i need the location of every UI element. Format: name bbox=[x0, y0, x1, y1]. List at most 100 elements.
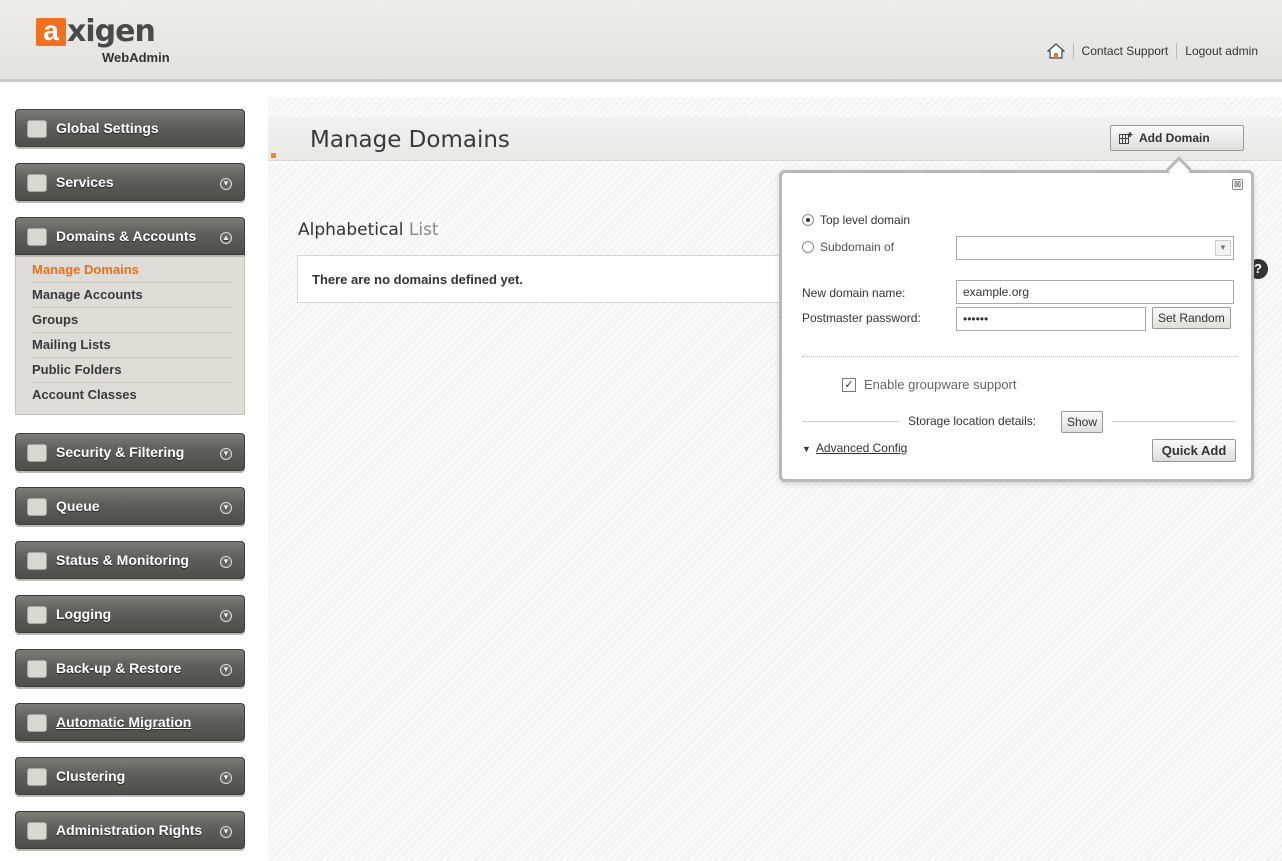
chevron-down-icon[interactable]: ▼ bbox=[220, 502, 232, 514]
nav-label: Logging bbox=[56, 606, 112, 622]
postmaster-password-value: •••••• bbox=[963, 312, 989, 326]
nav-label: Security & Filtering bbox=[56, 444, 185, 460]
section-title-light: List bbox=[408, 220, 439, 240]
divider bbox=[1072, 43, 1074, 59]
postmaster-password-input[interactable]: •••••• bbox=[956, 307, 1146, 331]
top-links: Contact Support Logout admin bbox=[1046, 43, 1258, 59]
chevron-down-icon[interactable]: ▼ bbox=[220, 610, 232, 622]
advanced-config-label: Advanced Config bbox=[815, 441, 908, 455]
groupware-label: Enable groupware support bbox=[864, 377, 1017, 392]
admin-rights-icon bbox=[27, 822, 47, 840]
nav-clustering[interactable]: Clustering ▼ bbox=[15, 757, 245, 795]
nav-label: Global Settings bbox=[56, 120, 159, 136]
chevron-down-icon[interactable]: ▼ bbox=[220, 664, 232, 676]
nav-security-filtering[interactable]: Security & Filtering ▼ bbox=[15, 433, 245, 471]
show-storage-button[interactable]: Show bbox=[1061, 411, 1104, 433]
subdomain-select[interactable]: ▼ bbox=[956, 236, 1234, 260]
nav-label: Queue bbox=[56, 498, 100, 514]
divider bbox=[802, 421, 900, 422]
storage-location-row: Storage location details: Show bbox=[802, 411, 1236, 433]
new-domain-label: New domain name: bbox=[802, 286, 906, 300]
submenu-account-classes[interactable]: Account Classes bbox=[32, 383, 232, 408]
domains-empty-message: There are no domains defined yet. bbox=[297, 255, 797, 303]
add-domain-label: Add Domain bbox=[1139, 131, 1210, 145]
advanced-config-link[interactable]: ▼ Advanced Config bbox=[802, 441, 907, 455]
logging-icon bbox=[27, 606, 47, 624]
nav-services[interactable]: Services ▼ bbox=[15, 163, 245, 201]
queue-icon bbox=[27, 498, 47, 516]
top-level-radio[interactable] bbox=[802, 214, 814, 226]
add-domain-icon bbox=[1119, 132, 1133, 144]
services-icon bbox=[27, 174, 47, 192]
subdomain-option[interactable]: Subdomain of bbox=[802, 240, 894, 254]
chevron-up-icon[interactable]: ▲ bbox=[220, 232, 232, 244]
home-icon[interactable] bbox=[1046, 43, 1065, 59]
nav-administration-rights[interactable]: Administration Rights ▼ bbox=[15, 811, 245, 849]
nav-label: Status & Monitoring bbox=[56, 552, 189, 568]
clustering-icon bbox=[27, 768, 47, 786]
set-random-button[interactable]: Set Random bbox=[1152, 307, 1231, 329]
section-title: Alphabetical List bbox=[298, 220, 439, 240]
submenu-mailing-lists[interactable]: Mailing Lists bbox=[32, 333, 232, 358]
nav-label: Automatic Migration bbox=[56, 714, 192, 730]
domains-icon bbox=[27, 228, 47, 246]
submenu-manage-domains[interactable]: Manage Domains bbox=[32, 258, 232, 283]
chevron-down-icon[interactable]: ▼ bbox=[220, 826, 232, 838]
logout-link[interactable]: Logout admin bbox=[1185, 44, 1258, 58]
chevron-down-icon[interactable]: ▼ bbox=[220, 448, 232, 460]
divider bbox=[1112, 421, 1236, 422]
domains-submenu: Manage Domains Manage Accounts Groups Ma… bbox=[15, 255, 245, 415]
nav-global-settings[interactable]: Global Settings bbox=[15, 109, 245, 147]
nav-label: Services bbox=[56, 174, 114, 190]
new-domain-value: example.org bbox=[963, 285, 1030, 299]
add-domain-popup: ⊠ Top level domain Subdomain of ▼ New do… bbox=[779, 170, 1254, 482]
security-icon bbox=[27, 444, 47, 462]
new-domain-input[interactable]: example.org bbox=[956, 280, 1234, 304]
groupware-option[interactable]: ✓ Enable groupware support bbox=[842, 377, 1017, 392]
sidebar: Global Settings Services ▼ Domains & Acc… bbox=[15, 109, 245, 861]
chevron-down-icon[interactable]: ▼ bbox=[220, 772, 232, 784]
nav-automatic-migration[interactable]: Automatic Migration bbox=[15, 703, 245, 741]
title-marker bbox=[271, 153, 276, 158]
nav-domains-accounts[interactable]: Domains & Accounts ▲ bbox=[15, 217, 245, 255]
close-icon[interactable]: ⊠ bbox=[1232, 179, 1243, 190]
nav-queue[interactable]: Queue ▼ bbox=[15, 487, 245, 525]
monitoring-icon bbox=[27, 552, 47, 570]
nav-label: Back-up & Restore bbox=[56, 660, 182, 676]
add-domain-button[interactable]: Add Domain bbox=[1110, 125, 1244, 151]
nav-label: Administration Rights bbox=[56, 822, 203, 838]
top-level-domain-option[interactable]: Top level domain bbox=[802, 213, 910, 227]
chevron-down-icon[interactable]: ▼ bbox=[220, 178, 232, 190]
nav-backup-restore[interactable]: Back-up & Restore ▼ bbox=[15, 649, 245, 687]
submenu-groups[interactable]: Groups bbox=[32, 308, 232, 333]
divider bbox=[802, 356, 1236, 357]
logo-mark: a bbox=[36, 17, 66, 46]
section-title-bold: Alphabetical bbox=[298, 220, 404, 240]
page-title: Manage Domains bbox=[310, 127, 510, 153]
chevron-down-icon[interactable]: ▼ bbox=[1215, 240, 1231, 256]
logo-text: xigen bbox=[67, 14, 156, 49]
postmaster-password-label: Postmaster password: bbox=[802, 311, 921, 325]
axigen-logo[interactable]: a xigen WebAdmin bbox=[36, 14, 170, 65]
title-bar: Manage Domains Add Domain bbox=[268, 117, 1282, 161]
groupware-checkbox[interactable]: ✓ bbox=[842, 377, 856, 392]
nav-label: Clustering bbox=[56, 768, 126, 784]
caret-down-icon: ▼ bbox=[802, 444, 811, 454]
submenu-public-folders[interactable]: Public Folders bbox=[32, 358, 232, 383]
logo-subtitle: WebAdmin bbox=[102, 50, 170, 65]
migration-icon bbox=[27, 714, 47, 732]
submenu-manage-accounts[interactable]: Manage Accounts bbox=[32, 283, 232, 308]
top-level-label: Top level domain bbox=[820, 213, 911, 227]
globe-settings-icon bbox=[27, 120, 47, 138]
nav-status-monitoring[interactable]: Status & Monitoring ▼ bbox=[15, 541, 245, 579]
chevron-down-icon[interactable]: ▼ bbox=[220, 556, 232, 568]
divider bbox=[1176, 43, 1178, 59]
contact-support-link[interactable]: Contact Support bbox=[1082, 44, 1169, 58]
subdomain-label: Subdomain of bbox=[820, 240, 895, 254]
quick-add-button[interactable]: Quick Add bbox=[1152, 439, 1236, 462]
nav-label: Domains & Accounts bbox=[56, 228, 197, 244]
nav-logging[interactable]: Logging ▼ bbox=[15, 595, 245, 633]
storage-location-label: Storage location details: bbox=[908, 414, 1037, 428]
header-bar: a xigen WebAdmin Contact Support Logout … bbox=[0, 0, 1282, 82]
subdomain-radio[interactable] bbox=[802, 241, 814, 253]
